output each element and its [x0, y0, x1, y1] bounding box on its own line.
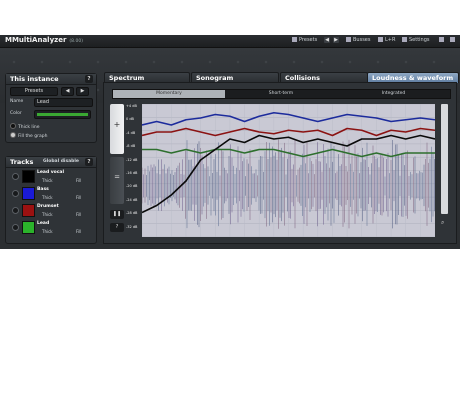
app-window: MMultiAnalyzer (8.00) Presets ◀ ▶ Busses … — [0, 35, 460, 249]
y-tick-label: -20 dB — [126, 184, 138, 189]
track-thick-toggle[interactable]: Thick — [42, 178, 53, 183]
color-picker[interactable] — [34, 110, 91, 119]
track-thick-toggle[interactable]: Thick — [42, 229, 53, 234]
loudness-plot — [142, 104, 435, 237]
color-label: Color — [10, 111, 22, 116]
channel-icon — [378, 37, 383, 42]
subtab-integrated[interactable]: Integrated — [337, 90, 450, 98]
loudness-subtabs: Momentary Short-term Integrated — [112, 89, 451, 99]
track-enable-radio[interactable] — [12, 207, 19, 214]
track-row[interactable]: Drumset Thick Fill — [10, 204, 100, 217]
name-label: Name — [10, 99, 24, 104]
track-thick-toggle[interactable]: Thick — [42, 195, 53, 200]
home-button[interactable] — [439, 37, 446, 43]
subtab-momentary[interactable]: Momentary — [113, 90, 225, 98]
busses-icon — [346, 37, 351, 42]
track-row[interactable]: Lead vocal Thick Fill — [10, 170, 100, 183]
instance-help-button[interactable]: ? — [85, 75, 93, 83]
tracks-help-button[interactable]: ? — [85, 158, 93, 166]
fill-graph-toggle[interactable]: Fill the graph — [10, 132, 47, 139]
track-fill-toggle[interactable]: Fill — [76, 212, 81, 217]
tracks-header: Tracks Global disable ? — [6, 157, 96, 168]
track-thick-toggle[interactable]: Thick — [42, 212, 53, 217]
y-tick-label: -16 dB — [126, 171, 138, 175]
y-tick-label: -32 dB — [126, 224, 138, 229]
app-title: MMultiAnalyzer (8.00) — [5, 36, 83, 44]
app-version: (8.00) — [69, 39, 83, 44]
settings-button[interactable]: Settings — [402, 37, 430, 43]
track-fill-toggle[interactable]: Fill — [76, 195, 81, 200]
track-fill-toggle[interactable]: Fill — [76, 178, 81, 183]
zoom-out-button[interactable]: = — [110, 157, 124, 204]
track-color-swatch[interactable] — [22, 170, 35, 183]
instance-next-button[interactable]: ▶ — [76, 87, 89, 96]
grid-icon — [292, 37, 297, 42]
y-tick-label: -4 dB — [126, 130, 136, 135]
pause-button[interactable]: ❚❚ — [110, 210, 124, 219]
track-color-swatch[interactable] — [22, 221, 35, 234]
prev-preset-button[interactable]: ◀ — [324, 37, 330, 43]
track-name: Lead — [37, 221, 50, 226]
instance-header: This instance? — [6, 74, 96, 85]
y-tick-label: -28 dB — [126, 211, 138, 216]
subtab-short-term[interactable]: Short-term — [225, 90, 337, 98]
instance-prev-button[interactable]: ◀ — [61, 87, 74, 96]
y-tick-label: -8 dB — [126, 144, 136, 149]
track-row[interactable]: Lead Thick Fill — [10, 221, 100, 234]
y-tick-label: -12 dB — [126, 157, 138, 162]
vertical-scrollbar[interactable] — [441, 104, 448, 214]
graph-help-button[interactable]: ? — [110, 223, 124, 232]
next-preset-button[interactable]: ▶ — [333, 37, 339, 43]
track-row[interactable]: Bass Thick Fill — [10, 187, 100, 200]
track-color-swatch[interactable] — [22, 187, 35, 200]
instance-panel: This instance? Presets ◀ ▶ Name Lead Col… — [5, 73, 97, 143]
tracks-panel: Tracks Global disable ? Lead vocal Thick F… — [5, 156, 97, 244]
track-enable-radio[interactable] — [12, 173, 19, 180]
track-enable-radio[interactable] — [12, 224, 19, 231]
y-tick-label: 0 dB — [126, 117, 134, 122]
global-disable-button[interactable]: Global disable — [43, 157, 79, 167]
presets-button[interactable]: Presets — [292, 37, 317, 43]
track-color-swatch[interactable] — [22, 204, 35, 217]
help-icon — [450, 37, 455, 42]
magnifier-icon[interactable]: ⌕ — [441, 219, 444, 227]
zoom-controls: + = ❚❚ ? — [110, 104, 125, 236]
title-bar: MMultiAnalyzer (8.00) Presets ◀ ▶ Busses … — [0, 35, 460, 48]
thick-line-toggle[interactable]: Thick line — [10, 123, 39, 130]
graph-panel: Momentary Short-term Integrated + = ❚❚ ?… — [103, 82, 457, 244]
name-field[interactable]: Lead — [34, 98, 93, 107]
track-fill-toggle[interactable]: Fill — [76, 229, 81, 234]
instance-presets-button[interactable]: Presets — [10, 87, 58, 96]
gear-icon — [402, 37, 407, 42]
track-name: Lead vocal — [37, 170, 65, 175]
y-tick-label: +4 dB — [126, 104, 137, 108]
home-icon — [439, 37, 444, 42]
loudness-chart — [142, 104, 435, 237]
track-enable-radio[interactable] — [12, 190, 19, 197]
y-tick-label: -24 dB — [126, 197, 138, 202]
track-name: Bass — [37, 187, 49, 192]
zoom-in-button[interactable]: + — [110, 104, 124, 154]
track-name: Drumset — [37, 204, 59, 209]
busses-button[interactable]: Busses — [346, 37, 371, 43]
help-button[interactable] — [450, 37, 457, 43]
channel-mode-button[interactable]: L+R — [378, 37, 395, 43]
